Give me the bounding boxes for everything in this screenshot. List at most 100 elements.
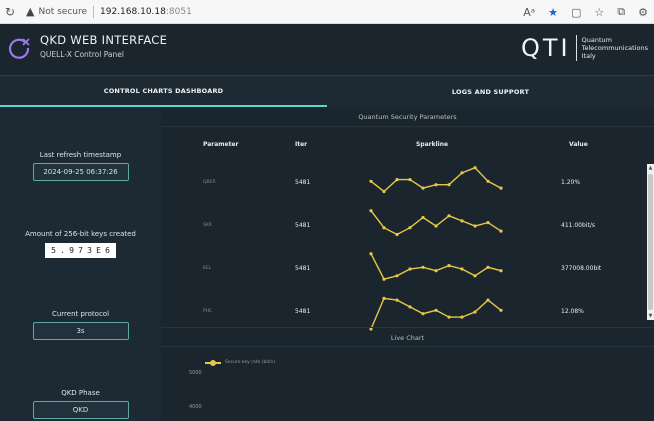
sparkline-point (408, 178, 412, 182)
tab-logs-and-support[interactable]: LOGS AND SUPPORT (327, 76, 654, 107)
security-params-title: Quantum Security Parameters (161, 107, 654, 127)
read-aloud-icon[interactable]: Aᵃ (523, 6, 535, 19)
sparkline-line (370, 166, 502, 193)
collections-icon[interactable]: ⧉ (617, 5, 625, 19)
key-digit: 5 (51, 246, 56, 255)
app-subtitle: QUELL-X Control Panel (40, 50, 124, 59)
phase-value: QKD (32, 401, 129, 419)
key-digit: 6 (105, 246, 110, 255)
favorite-star-icon[interactable]: ★ (548, 6, 558, 19)
protocol-block: Current protocol 3s (0, 310, 161, 340)
sparkline-point (434, 308, 438, 312)
tab-control-charts-dashboard[interactable]: CONTROL CHARTS DASHBOARD (0, 76, 327, 107)
scroll-up-icon[interactable]: ▲ (647, 164, 654, 172)
legend-marker-icon (205, 359, 221, 366)
cell-iter: 5481 (295, 265, 311, 272)
sparkline-point (382, 189, 386, 194)
cell-iter: 5481 (295, 308, 311, 315)
tab-bar: CONTROL CHARTS DASHBOARD LOGS AND SUPPOR… (0, 76, 654, 107)
favorites-icon[interactable]: ☆ (594, 6, 604, 19)
sparkline-chart (369, 252, 503, 281)
sparkline-line (370, 297, 502, 330)
live-chart-legend[interactable]: Secure key rate (bit/s) (205, 359, 275, 366)
key-digit: 3 (87, 246, 92, 255)
table-row: KEL 5481 377008.00bit (161, 249, 641, 289)
sparkline-point (486, 179, 490, 183)
sparkline-point (369, 179, 373, 183)
security-label[interactable]: Not secure (38, 7, 87, 17)
qti-logo: QTI Quantum Telecommunications Italy (521, 31, 648, 65)
sparkline-point (382, 277, 386, 281)
address-bar[interactable]: 192.168.10.18:8051 (100, 7, 192, 17)
sparkline-point (421, 215, 425, 220)
qti-brand-text: Quantum Telecommunications Italy (582, 36, 648, 60)
qti-brand-line: Telecommunications (581, 44, 648, 52)
cell-parameter: SKR (203, 223, 212, 228)
sparkline-line (370, 210, 502, 236)
key-digit: E (96, 246, 101, 255)
sparkline-point (434, 269, 438, 273)
live-chart-title: Live Chart (161, 327, 654, 347)
main-content: Quantum Security Parameters Parameter It… (161, 107, 654, 421)
sparkline-point (473, 166, 477, 170)
keys-label: Amount of 256-bit keys created (25, 230, 136, 238)
app-header: QKD WEB INTERFACE QUELL-X Control Panel … (0, 24, 654, 76)
sparkline-point (460, 267, 464, 271)
cell-value: 12.08% (561, 308, 584, 315)
refresh-value: 2024-09-25 06:37:26 (32, 163, 129, 181)
split-screen-icon[interactable]: ▢ (571, 6, 581, 19)
header-value: Value (569, 141, 588, 148)
sparkline-point (395, 298, 399, 302)
table-row: SKR 5481 411.00bit/s (161, 206, 641, 246)
cell-iter: 5481 (295, 179, 311, 186)
sparkline-point (395, 274, 399, 278)
status-sidebar: Last refresh timestamp 2024-09-25 06:37:… (0, 107, 161, 421)
sparkline-line (370, 253, 502, 281)
cell-parameter: PHE (203, 309, 212, 314)
url-port: :8051 (165, 6, 192, 17)
table-scrollbar[interactable]: ▲ ▼ (647, 164, 654, 320)
key-digit: 7 (78, 246, 83, 255)
sparkline-point (447, 183, 451, 187)
scrollbar-thumb[interactable] (648, 174, 653, 310)
sparkline-chart (369, 166, 503, 194)
protocol-label: Current protocol (51, 310, 110, 318)
sparkline-chart (369, 296, 503, 331)
app-title: QKD WEB INTERFACE (40, 33, 168, 47)
header-iter: Iter (295, 141, 308, 148)
phase-label: QKD Phase (61, 389, 100, 397)
sparkline-point (434, 224, 438, 228)
sparkline-point (473, 224, 477, 228)
sparkline-point (447, 214, 451, 218)
sparkline-point (473, 310, 477, 314)
cell-value: 377008.00bit (561, 265, 602, 272)
sparkline-point (486, 265, 490, 269)
cell-value: 1.20% (561, 179, 581, 186)
qkd-logo-icon (8, 38, 30, 59)
cell-parameter: KEL (203, 266, 212, 271)
sparkline-point (434, 183, 438, 187)
sparkline-point (473, 274, 477, 278)
sparkline-point (369, 252, 373, 256)
extensions-icon[interactable]: ⚙ (638, 6, 648, 19)
sparkline-point (447, 264, 451, 268)
browser-toolbar: ↻ ▲ Not secure 192.168.10.18:8051 Aᵃ ★ ▢… (0, 0, 654, 24)
sparkline-point (460, 171, 464, 175)
scroll-down-icon[interactable]: ▼ (647, 312, 654, 320)
sparkline-point (408, 305, 412, 309)
sparkline-point (395, 232, 399, 237)
refresh-block: Last refresh timestamp 2024-09-25 06:37:… (0, 151, 161, 181)
protocol-value: 3s (32, 322, 129, 340)
warning-icon[interactable]: ▲ (26, 5, 34, 18)
table-row: QBER 5481 1.20% (161, 163, 641, 203)
reload-icon[interactable]: ↻ (0, 5, 20, 19)
qti-divider (575, 35, 577, 61)
cell-parameter: QBER (203, 180, 216, 185)
url-host: 192.168.10.18 (100, 6, 166, 17)
table-row: PHE 5481 12.08% (161, 292, 641, 332)
sparkline-point (499, 186, 503, 190)
key-digit: . (60, 246, 65, 255)
sparkline-point (408, 267, 412, 271)
sparkline-point (486, 221, 490, 225)
y-tick-label: 4000 (189, 404, 202, 410)
